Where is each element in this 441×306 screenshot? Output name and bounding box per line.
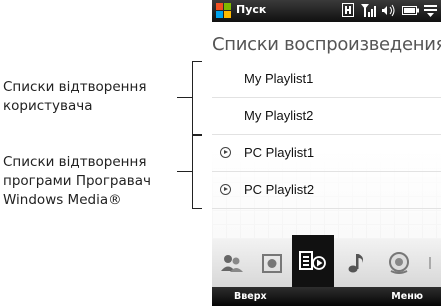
softkey-bar: Вверх Меню xyxy=(212,287,441,306)
annotation-line: користувача xyxy=(3,98,93,114)
tab-albums[interactable] xyxy=(252,239,294,287)
page-title: Списки воспроизведения xyxy=(212,34,441,55)
softkey-up[interactable]: Вверх xyxy=(234,291,267,302)
tab-more[interactable] xyxy=(418,239,441,287)
playlist-label: PC Playlist1 xyxy=(244,145,315,160)
genres-icon xyxy=(389,252,409,274)
tab-genres[interactable] xyxy=(378,239,420,287)
playlist-label: My Playlist1 xyxy=(244,71,314,86)
tab-artists[interactable] xyxy=(212,239,254,287)
annotation-bracket xyxy=(192,61,202,135)
more-icon xyxy=(428,257,431,269)
annotation-leader-line xyxy=(177,97,192,98)
playlist-item[interactable]: My Playlist1 xyxy=(212,61,441,98)
signal-icon[interactable] xyxy=(360,3,376,18)
playlist-label: PC Playlist2 xyxy=(244,182,315,197)
music-note-icon xyxy=(348,254,363,273)
speaker-icon[interactable] xyxy=(381,3,397,18)
start-label[interactable]: Пуск xyxy=(236,3,266,16)
annotation-bracket xyxy=(192,135,202,209)
annotation-line: програми Програвач xyxy=(3,173,151,189)
annotation-line: Windows Media® xyxy=(3,192,122,208)
play-circle-icon xyxy=(220,184,231,195)
connectivity-icon[interactable] xyxy=(424,3,437,18)
annotation-line: Списки відтворення xyxy=(3,154,147,170)
tab-bar xyxy=(212,235,441,287)
artists-icon xyxy=(221,255,243,272)
playlists-icon xyxy=(299,251,326,270)
battery-icon[interactable] xyxy=(402,3,419,18)
playlist-item[interactable]: PC Playlist2 xyxy=(212,172,441,209)
annotation-user-playlists: Списки відтворення користувача xyxy=(3,78,146,116)
playlist-item[interactable]: My Playlist2 xyxy=(212,98,441,135)
status-bar: Пуск xyxy=(212,0,441,22)
tab-songs[interactable] xyxy=(336,239,378,287)
sim-icon[interactable] xyxy=(342,3,354,18)
windows-logo-icon[interactable] xyxy=(216,3,232,19)
annotation-wmp-playlists: Списки відтворення програми Програвач Wi… xyxy=(3,153,151,210)
annotation-leader-line xyxy=(177,171,192,172)
playlist-item[interactable]: PC Playlist1 xyxy=(212,135,441,172)
play-circle-icon xyxy=(220,147,231,158)
phone-screen: Пуск Списки воспроизведения My Playlist1… xyxy=(212,0,441,306)
annotation-line: Списки відтворення xyxy=(3,79,147,95)
albums-icon xyxy=(262,254,282,273)
playlist-list: My Playlist1 My Playlist2 PC Playlist1 P… xyxy=(212,61,441,239)
softkey-menu[interactable]: Меню xyxy=(391,291,423,302)
playlist-label: My Playlist2 xyxy=(244,108,314,123)
tab-playlists[interactable] xyxy=(292,235,334,287)
